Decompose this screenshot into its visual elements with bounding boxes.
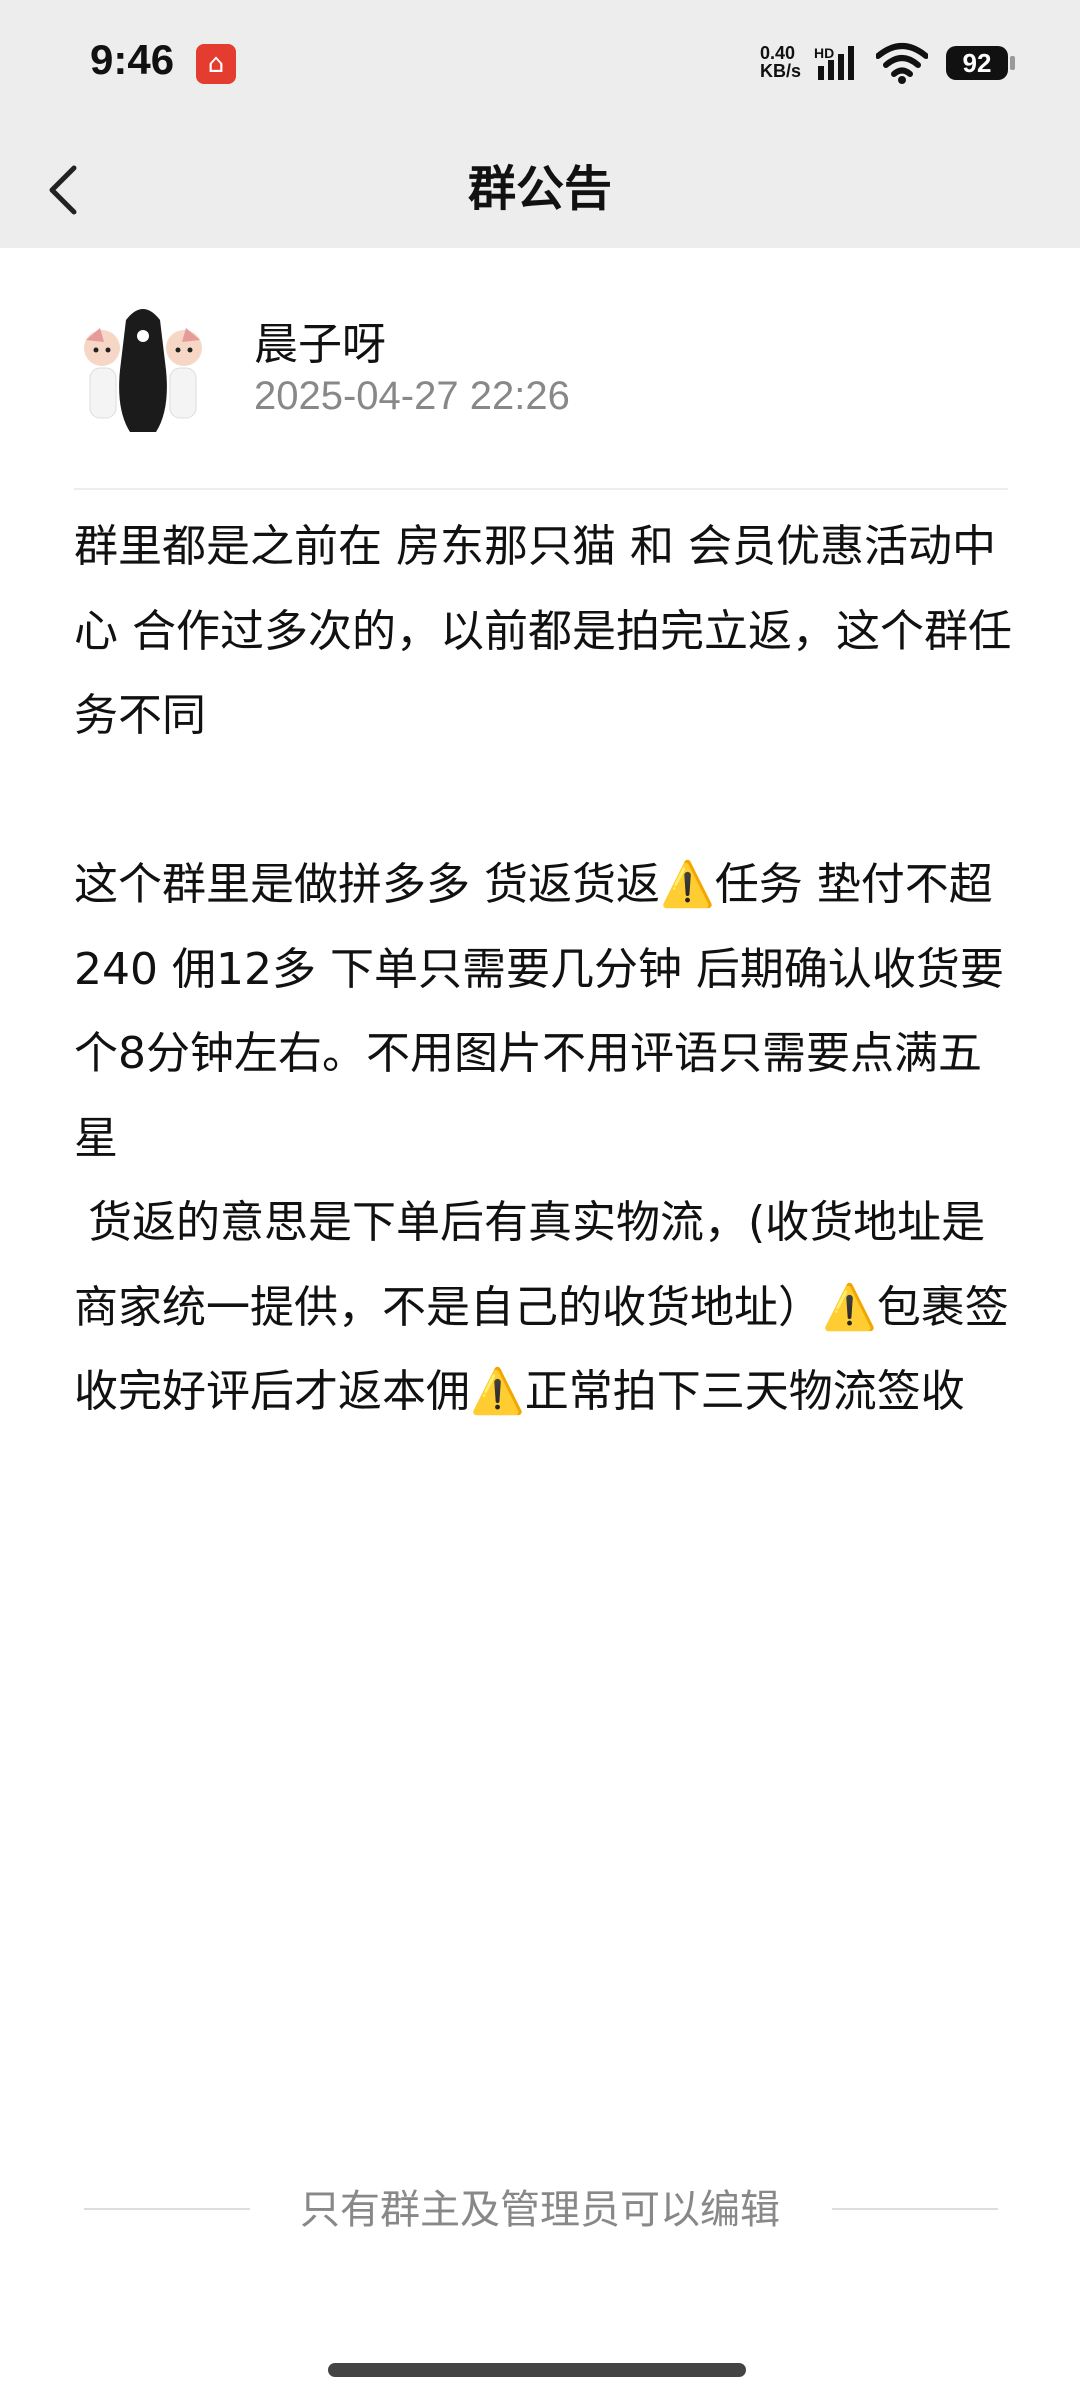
divider — [74, 488, 1008, 490]
avatar[interactable] — [74, 300, 212, 438]
footer-divider-right — [832, 2208, 998, 2210]
network-type-label: HD — [814, 45, 834, 61]
battery-tip — [1010, 56, 1015, 70]
footer-note: 只有群主及管理员可以编辑 — [0, 2174, 1080, 2246]
network-speed-unit: KB/s — [760, 61, 802, 81]
status-bar: 9:46 ⌂ 0.40 KB/s HD 92 — [0, 0, 1080, 130]
app-logo-icon: ⌂ — [196, 44, 236, 84]
wifi-icon — [876, 43, 928, 84]
announcement-author: 晨子呀 2025-04-27 22:26 — [74, 300, 1074, 460]
edit-permission-note: 只有群主及管理员可以编辑 — [300, 2187, 780, 2233]
author-name: 晨子呀 — [254, 319, 386, 370]
announcement-datetime: 2025-04-27 22:26 — [254, 374, 570, 418]
signal-icon: HD — [814, 45, 854, 80]
status-time: 9:46 — [90, 36, 175, 83]
battery-indicator: 92 — [946, 46, 1008, 80]
nav-bar: 群公告 — [0, 130, 1080, 248]
announcement-body: 群里都是之前在 房东那只猫 和 会员优惠活动中心 合作过多次的，以前都是拍完立返… — [74, 521, 1012, 1417]
page-title: 群公告 — [467, 161, 612, 217]
network-speed-value: 0.40 — [760, 43, 796, 63]
home-indicator[interactable] — [328, 2363, 746, 2377]
network-speed: 0.40 KB/s — [760, 44, 812, 80]
